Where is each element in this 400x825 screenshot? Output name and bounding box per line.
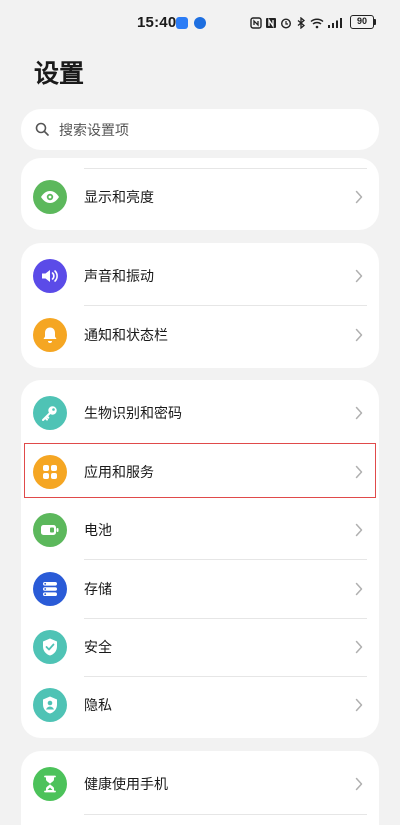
signal-icon xyxy=(328,18,342,28)
settings-item-storage[interactable]: 存储 xyxy=(21,560,379,618)
settings-item-label: 健康使用手机 xyxy=(84,777,168,793)
storage-icon xyxy=(33,572,67,606)
battery-icon xyxy=(33,513,67,547)
settings-group-sound-notifications: 声音和振动 通知和状态栏 xyxy=(21,243,379,368)
settings-item-label: 显示和亮度 xyxy=(84,190,154,206)
search-placeholder: 搜索设置项 xyxy=(59,123,129,139)
search-icon xyxy=(35,122,49,136)
n-mark-icon xyxy=(266,17,276,29)
page-title: 设置 xyxy=(34,59,85,88)
settings-item-security[interactable]: 安全 xyxy=(21,618,379,676)
settings-group-wellbeing: 健康使用手机 xyxy=(21,751,379,825)
status-time: 15:40 xyxy=(137,14,177,31)
chevron-right-icon xyxy=(355,777,363,791)
chevron-right-icon xyxy=(355,523,363,537)
settings-group-system: 生物识别和密码 应用和服务 电池 存储 安全 隐私 xyxy=(21,380,379,738)
message-notification-icon xyxy=(176,17,188,29)
settings-item-label: 安全 xyxy=(84,640,112,656)
chevron-right-icon xyxy=(355,582,363,596)
chevron-right-icon xyxy=(355,406,363,420)
settings-item-label: 隐私 xyxy=(84,698,112,714)
settings-group-display: 显示和亮度 xyxy=(21,158,379,230)
settings-item-sound-vibration[interactable]: 声音和振动 xyxy=(21,247,379,305)
chevron-right-icon xyxy=(355,328,363,342)
chevron-right-icon xyxy=(355,269,363,283)
wifi-icon xyxy=(310,18,324,29)
app-notification-icon xyxy=(194,17,206,29)
battery-tip xyxy=(374,19,376,25)
row-divider xyxy=(84,814,367,815)
settings-item-notifications-statusbar[interactable]: 通知和状态栏 xyxy=(21,306,379,364)
bluetooth-icon xyxy=(297,17,306,29)
privacy-shield-icon xyxy=(33,688,67,722)
settings-item-digital-wellbeing[interactable]: 健康使用手机 xyxy=(21,755,379,813)
hourglass-icon xyxy=(33,767,67,801)
key-icon xyxy=(33,396,67,430)
alarm-icon xyxy=(280,18,292,29)
chevron-right-icon xyxy=(355,190,363,204)
chevron-right-icon xyxy=(355,640,363,654)
status-bar: 15:40 90 xyxy=(0,0,400,46)
chevron-right-icon xyxy=(355,698,363,712)
settings-item-label: 存储 xyxy=(84,582,112,598)
settings-item-label: 声音和振动 xyxy=(84,269,154,285)
search-input[interactable]: 搜索设置项 xyxy=(21,109,379,150)
settings-item-display-brightness[interactable]: 显示和亮度 xyxy=(21,168,379,226)
settings-item-battery[interactable]: 电池 xyxy=(21,501,379,559)
settings-item-biometrics-password[interactable]: 生物识别和密码 xyxy=(21,384,379,442)
nfc-icon xyxy=(250,17,262,29)
eye-icon xyxy=(33,180,67,214)
settings-item-label: 通知和状态栏 xyxy=(84,328,168,344)
selection-highlight xyxy=(24,443,376,498)
settings-item-label: 生物识别和密码 xyxy=(84,406,182,422)
bell-icon xyxy=(33,318,67,352)
shield-check-icon xyxy=(33,630,67,664)
status-icons xyxy=(250,15,343,31)
battery-indicator: 90 xyxy=(350,15,374,29)
speaker-icon xyxy=(33,259,67,293)
settings-item-privacy[interactable]: 隐私 xyxy=(21,676,379,734)
settings-item-label: 电池 xyxy=(84,523,112,539)
